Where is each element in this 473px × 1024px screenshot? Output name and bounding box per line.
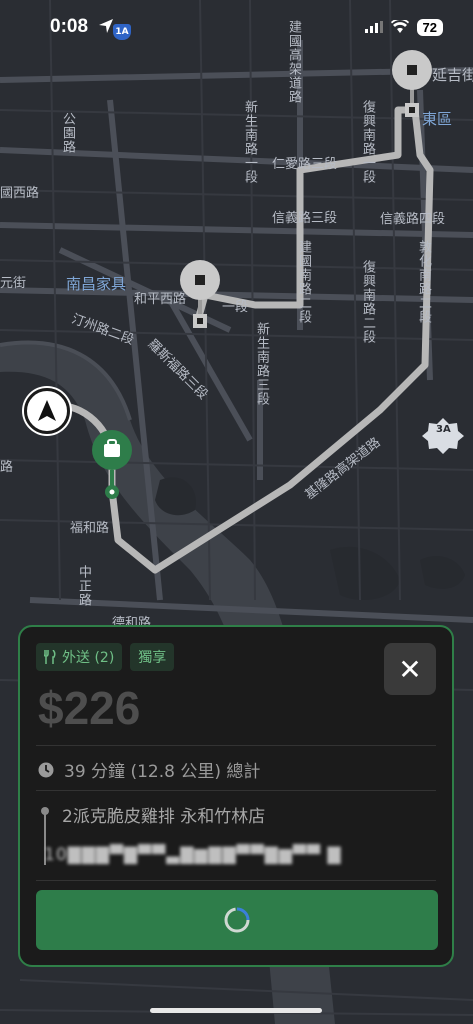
map-label: 路 (0, 460, 14, 475)
map-label: 延吉街 (432, 66, 473, 84)
delivery-tag: 外送 (2) (36, 643, 123, 671)
map-label: 元街 (0, 276, 27, 291)
accept-button[interactable] (36, 890, 438, 950)
map-label: 南昌家具 (66, 275, 127, 293)
trip-tags: 外送 (2) 獨享 (36, 643, 175, 671)
dropoff-address: 10▇▇▇▀▇▀▀▃▇▆▇▇▀▀▇▆▀▀ ▇ (44, 845, 342, 865)
map-label: 建國南路二段 (296, 240, 311, 324)
clock-icon (38, 762, 54, 777)
map-label: 一段 (222, 300, 249, 315)
cellular-signal-icon (364, 18, 383, 37)
trip-summary: 39 分鐘 (12.8 公里) 總計 (38, 757, 260, 782)
map-label: 新生南路三段 (254, 322, 269, 406)
status-time: 0:08 (50, 16, 89, 37)
map-label: 公園路 (60, 112, 75, 154)
loading-spinner-icon (224, 907, 250, 933)
trip-summary-text: 39 分鐘 (12.8 公里) 總計 (64, 762, 261, 782)
map-label: 中正路 (76, 565, 91, 607)
pickup-store-name: 2派克脆皮雞排 永和竹林店 (62, 807, 266, 827)
close-icon: ✕ (398, 652, 422, 686)
exclusive-tag: 獨享 (130, 643, 175, 671)
wifi-icon (390, 18, 409, 37)
current-location-button[interactable] (24, 388, 70, 434)
map-label: 信義路四段 (380, 212, 446, 227)
delivery-tag-label: 外送 (2) (62, 650, 115, 666)
battery-indicator: 72 (416, 19, 443, 36)
map-label: 信義路三段 (272, 211, 338, 226)
map-label: 福和路 (70, 521, 110, 536)
map-label: 仁愛路三段 (272, 157, 338, 172)
fork-knife-icon (44, 650, 56, 664)
map-label: 復興南路二段 (360, 260, 375, 344)
trip-offer-card: 外送 (2) 獨享 ✕ $226 39 分鐘 (12.8 公里) 總計 2派克脆… (18, 625, 454, 967)
map-label: 復興南路一段 (360, 100, 375, 184)
map-label: 和平西路 (134, 292, 187, 307)
navigation-arrow-icon (38, 400, 56, 421)
map-label: 新生南路一段 (242, 100, 257, 184)
map-label: 國西路 (0, 186, 40, 201)
close-button[interactable]: ✕ (384, 643, 436, 695)
highway-shield-icon: 1A (113, 24, 131, 40)
location-arrow-icon (98, 18, 114, 38)
map-label: 敦化南路二段 (416, 240, 431, 324)
divider (36, 880, 436, 881)
divider (36, 745, 436, 746)
status-bar: 0:08 1A 72 (0, 0, 473, 56)
map-label: 東區 (422, 110, 453, 128)
highway-badge-label: 3A (436, 424, 451, 435)
divider (36, 790, 436, 791)
home-indicator[interactable] (150, 1008, 322, 1013)
exclusive-tag-label: 獨享 (138, 650, 167, 666)
trip-price: $226 (38, 682, 141, 734)
